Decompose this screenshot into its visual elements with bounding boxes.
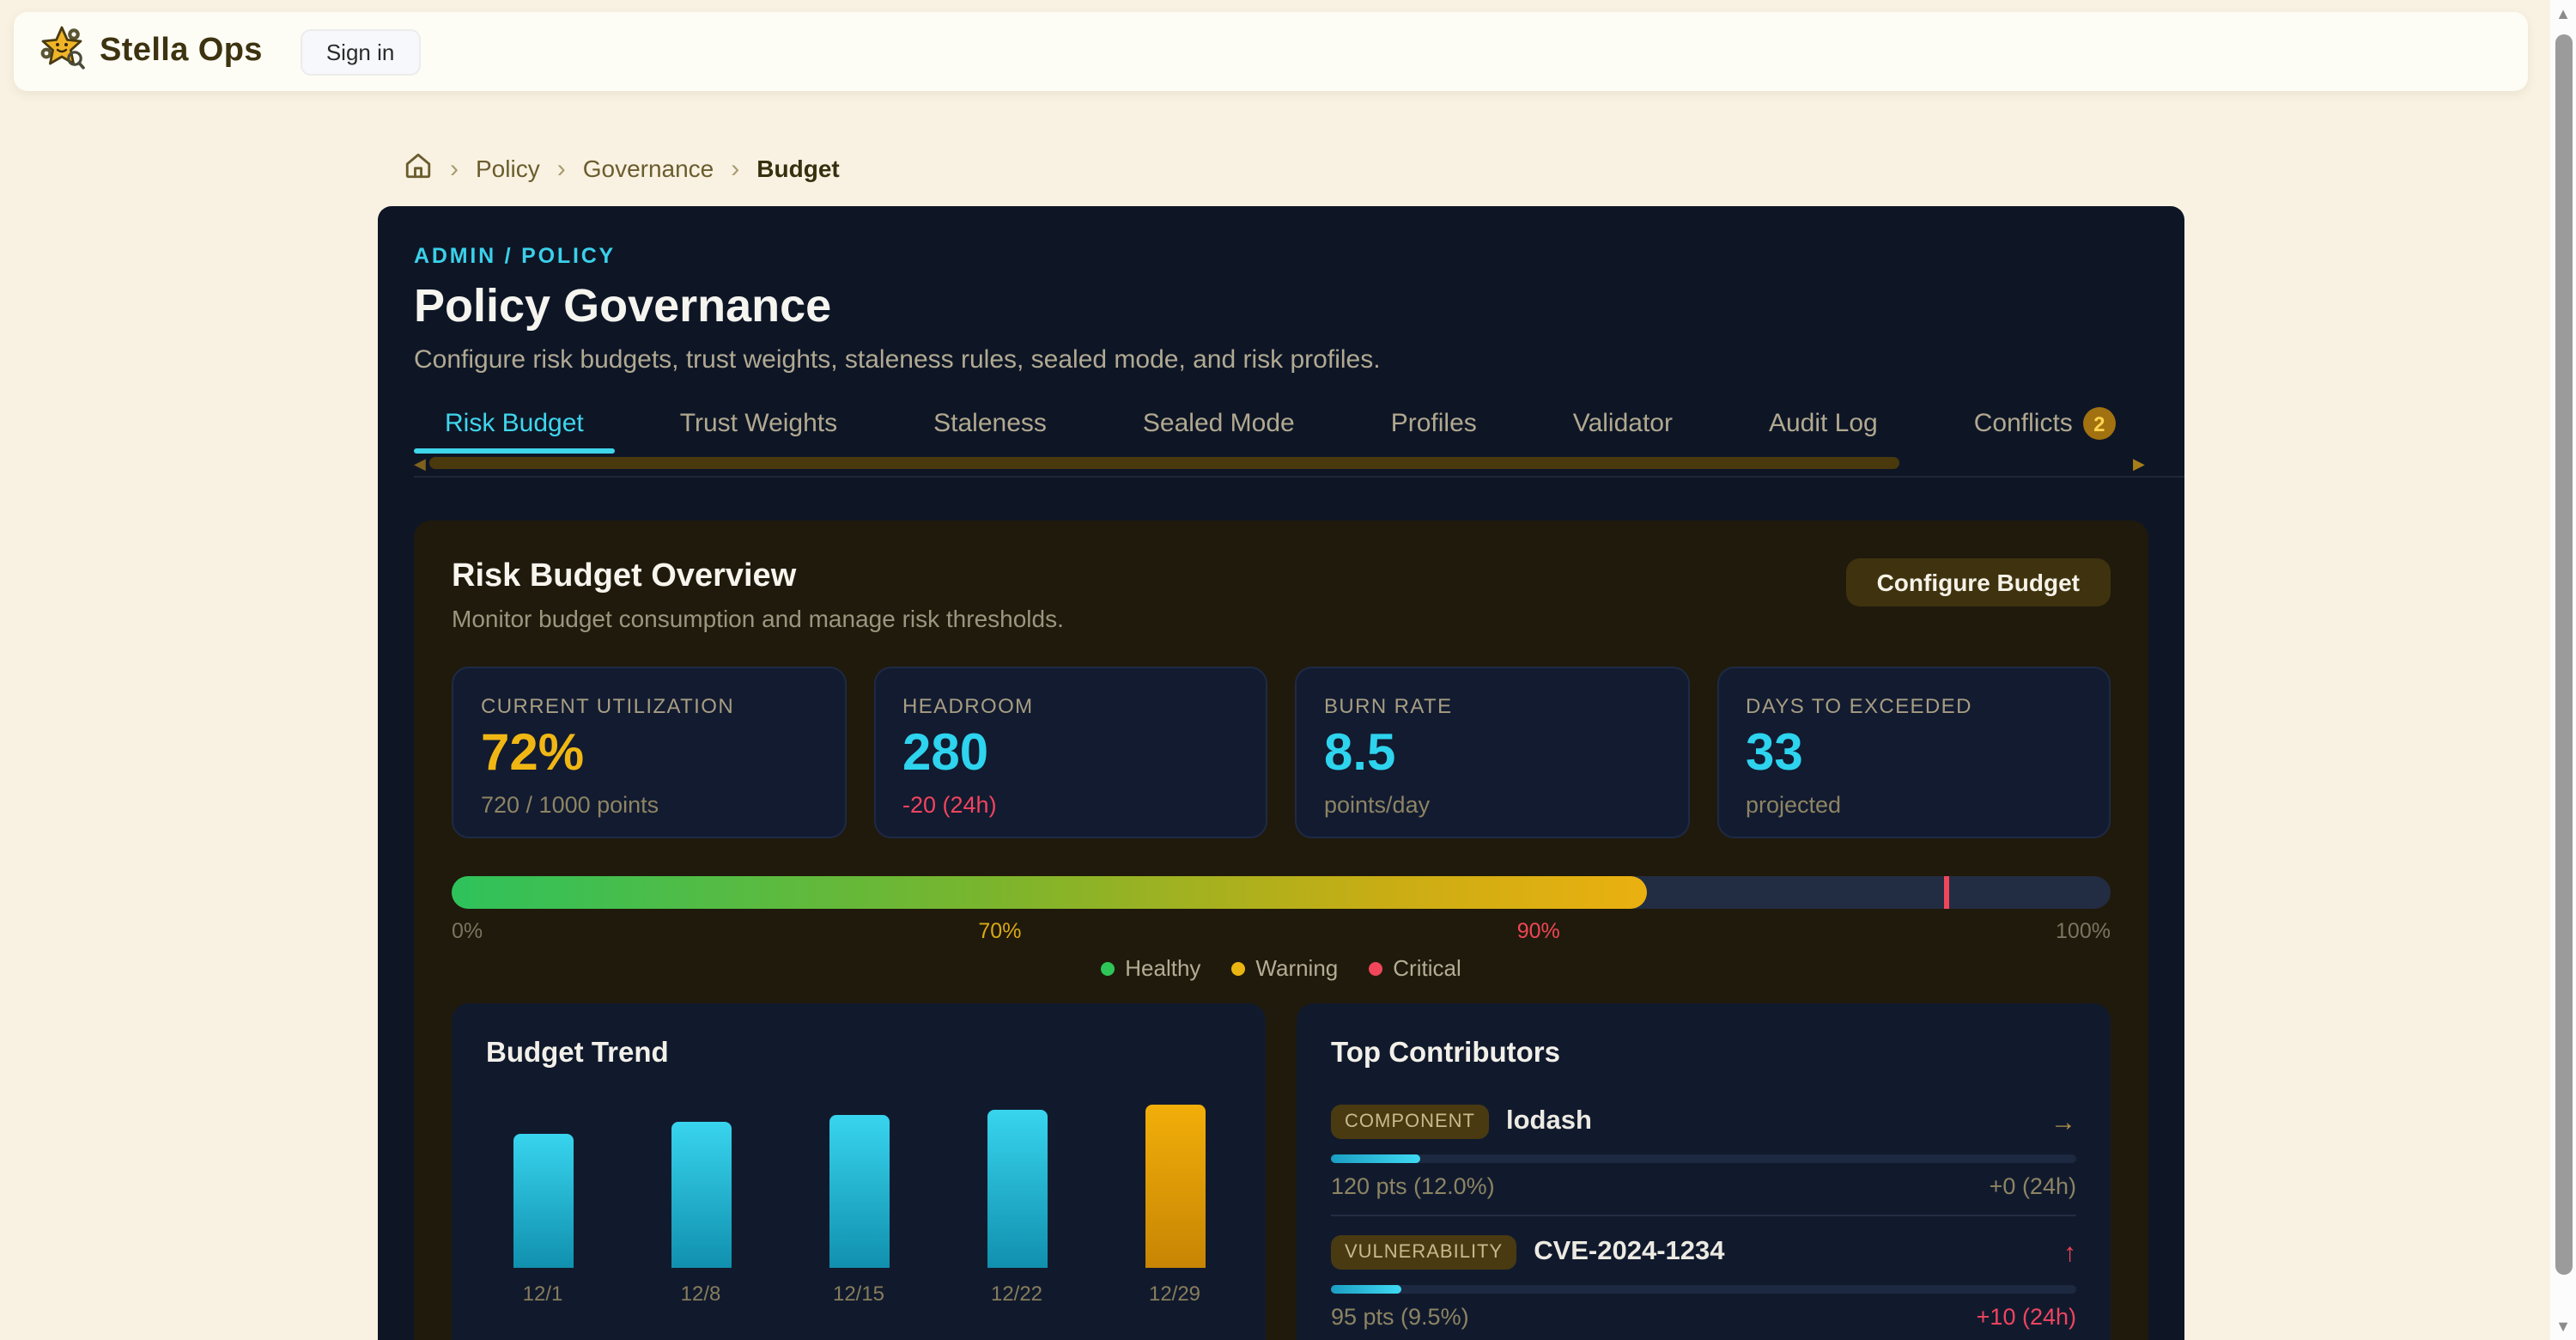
tabs-scrollbar-thumb[interactable] xyxy=(429,457,1899,469)
chevron-right-icon: › xyxy=(557,154,566,183)
breadcrumb-governance[interactable]: Governance xyxy=(583,155,714,182)
page: Stella Ops Sign in › Policy › Governance… xyxy=(0,0,2576,1340)
risk-budget-overview-card: Risk Budget Overview Monitor budget cons… xyxy=(414,521,2148,1340)
trend-bar xyxy=(513,1134,573,1268)
bar-slot: 12/1 xyxy=(486,1134,599,1306)
budget-trend-panel: Budget Trend 12/1 12/8 12/15 12/22 12/29 xyxy=(452,1003,1266,1340)
eyebrow: ADMIN / POLICY xyxy=(414,244,2148,268)
bar-slot: 12/8 xyxy=(644,1122,757,1306)
status-legend: Healthy Warning Critical xyxy=(452,955,2111,981)
vertical-scrollbar[interactable]: ▲ ▼ xyxy=(2550,0,2576,1340)
breadcrumb-budget: Budget xyxy=(756,155,839,182)
top-contributors-panel: Top Contributors COMPONENT lodash → 120 … xyxy=(1297,1003,2111,1340)
scroll-down-icon[interactable]: ▼ xyxy=(2550,1318,2576,1335)
trend-bar xyxy=(1145,1105,1205,1268)
tab-risk-budget[interactable]: Risk Budget xyxy=(414,399,615,454)
tab-conflicts[interactable]: Conflicts 2 xyxy=(1943,399,2147,454)
contributor-row: VULNERABILITY CVE-2024-1234 ↑ 95 pts (9.… xyxy=(1331,1216,2076,1340)
page-title: Policy Governance xyxy=(414,280,2148,333)
critical-marker xyxy=(1945,876,1949,909)
utilization-progress-bar xyxy=(452,876,2111,909)
bar-slot: 12/29 xyxy=(1118,1105,1231,1306)
tab-audit-log[interactable]: Audit Log xyxy=(1738,399,1909,454)
type-badge: VULNERABILITY xyxy=(1331,1235,1516,1270)
tabs-scrollbar[interactable]: ◀ ▶ xyxy=(414,454,2184,476)
legend-item: Healthy xyxy=(1101,955,1200,981)
card-title: Risk Budget Overview xyxy=(452,558,1064,596)
tab-sealed-mode[interactable]: Sealed Mode xyxy=(1112,399,1326,454)
contributor-fill xyxy=(1331,1285,1401,1294)
breadcrumb-policy[interactable]: Policy xyxy=(476,155,540,182)
utilization-ticks: 0% 70% 90% 100% xyxy=(452,919,2111,943)
bar-label: 12/8 xyxy=(681,1282,721,1306)
chevron-right-icon: › xyxy=(731,154,739,183)
hero-section: ADMIN / POLICY Policy Governance Configu… xyxy=(378,206,2184,1340)
stat-cards: CURRENT UTILIZATION 72% 720 / 1000 point… xyxy=(452,667,2111,838)
contributor-fill xyxy=(1331,1154,1420,1163)
arrow-up-icon[interactable]: ↑ xyxy=(2063,1238,2076,1267)
scroll-right-icon[interactable]: ▶ xyxy=(2133,455,2145,474)
legend-item: Critical xyxy=(1369,955,1461,981)
page-subtitle: Configure risk budgets, trust weights, s… xyxy=(414,345,2148,375)
scroll-up-icon[interactable]: ▲ xyxy=(2550,5,2576,22)
bar-slot: 12/15 xyxy=(802,1115,915,1306)
tab-profiles[interactable]: Profiles xyxy=(1360,399,1508,454)
utilization-fill xyxy=(452,876,1646,909)
critical-dot-icon xyxy=(1369,961,1382,975)
trend-bar xyxy=(987,1110,1047,1268)
card-subtitle: Monitor budget consumption and manage ri… xyxy=(452,605,1064,632)
bar-label: 12/29 xyxy=(1149,1282,1200,1306)
home-icon[interactable] xyxy=(404,151,433,186)
headroom-value: 280 xyxy=(902,725,1238,783)
topbar: Stella Ops Sign in xyxy=(14,12,2528,91)
tabs-bar: Risk Budget Trust Weights Staleness Seal… xyxy=(414,399,2184,478)
breadcrumb: › Policy › Governance › Budget xyxy=(404,151,840,186)
stat-current-utilization: CURRENT UTILIZATION 72% 720 / 1000 point… xyxy=(452,667,846,838)
trend-bar xyxy=(671,1122,731,1268)
stat-days-to-exceeded: DAYS TO EXCEEDED 33 projected xyxy=(1716,667,2111,838)
top-contributors-title: Top Contributors xyxy=(1331,1038,2076,1070)
tabs: Risk Budget Trust Weights Staleness Seal… xyxy=(414,399,2184,454)
contributor-row: COMPONENT lodash → 120 pts (12.0%) +0 (2… xyxy=(1331,1086,2076,1216)
tab-staleness[interactable]: Staleness xyxy=(902,399,1078,454)
conflicts-count-badge: 2 xyxy=(2083,407,2116,440)
legend-item: Warning xyxy=(1231,955,1338,981)
tab-trust-weights[interactable]: Trust Weights xyxy=(649,399,868,454)
budget-trend-bars: 12/1 12/8 12/15 12/22 12/29 xyxy=(486,1070,1231,1306)
burn-rate-value: 8.5 xyxy=(1324,725,1660,783)
tab-validator[interactable]: Validator xyxy=(1542,399,1704,454)
days-value: 33 xyxy=(1746,725,2081,783)
healthy-dot-icon xyxy=(1101,961,1115,975)
type-badge: COMPONENT xyxy=(1331,1105,1489,1139)
stella-ops-logo-icon xyxy=(38,23,86,80)
chevron-right-icon: › xyxy=(450,154,459,183)
arrow-right-icon[interactable]: → xyxy=(2050,1107,2076,1136)
scroll-left-icon[interactable]: ◀ xyxy=(414,455,426,474)
bar-label: 12/1 xyxy=(523,1282,563,1306)
configure-budget-button[interactable]: Configure Budget xyxy=(1846,558,2111,606)
bar-label: 12/22 xyxy=(991,1282,1042,1306)
bar-slot: 12/22 xyxy=(960,1110,1073,1306)
warning-dot-icon xyxy=(1231,961,1245,975)
stat-headroom: HEADROOM 280 -20 (24h) xyxy=(873,667,1267,838)
tab-truncated[interactable]: Pl xyxy=(2181,399,2184,454)
trend-bar xyxy=(829,1115,889,1268)
contributor-track xyxy=(1331,1154,2076,1163)
bar-label: 12/15 xyxy=(833,1282,884,1306)
stat-burn-rate: BURN RATE 8.5 points/day xyxy=(1295,667,1689,838)
brand[interactable]: Stella Ops xyxy=(38,23,263,80)
brand-name: Stella Ops xyxy=(100,33,263,70)
utilization-value: 72% xyxy=(481,725,817,783)
vertical-scrollbar-thumb[interactable] xyxy=(2555,34,2572,1275)
budget-trend-title: Budget Trend xyxy=(486,1038,1231,1070)
sign-in-button[interactable]: Sign in xyxy=(301,28,421,75)
contributor-track xyxy=(1331,1285,2076,1294)
